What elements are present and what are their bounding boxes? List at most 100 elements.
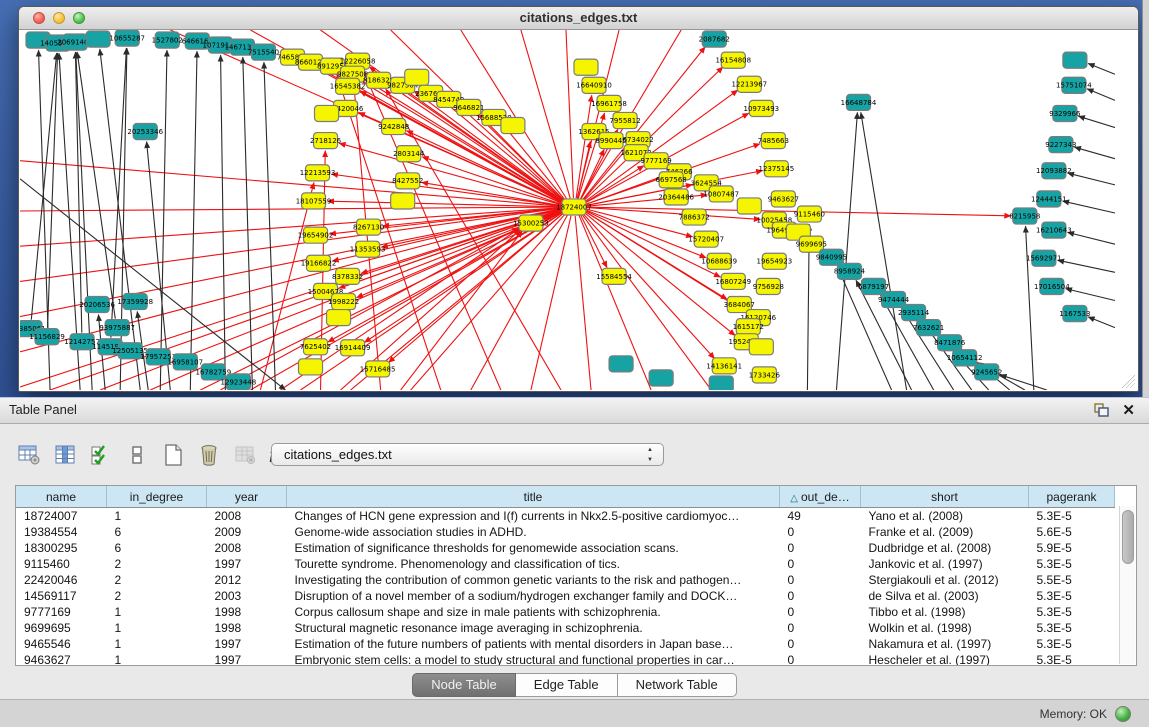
table-cell[interactable]: Nakamura et al. (1997) (861, 636, 1029, 652)
graph-node[interactable] (405, 69, 429, 85)
table-options-icon[interactable] (14, 440, 44, 470)
table-row[interactable]: 969969511998Structural magnetic resonanc… (16, 620, 1115, 636)
tab-node-table[interactable]: Node Table (412, 673, 516, 697)
graph-edge[interactable] (77, 52, 115, 319)
graph-edge[interactable] (503, 125, 565, 200)
graph-edge[interactable] (20, 207, 561, 211)
table-cell[interactable]: Corpus callosum shape and size in male p… (287, 604, 780, 620)
graph-node[interactable] (737, 198, 761, 214)
table-cell[interactable]: 2009 (207, 524, 287, 540)
graph-edge[interactable] (580, 149, 604, 199)
column-header-name[interactable]: name (16, 486, 107, 508)
graph-edge[interactable] (1066, 289, 1115, 301)
graph-edge[interactable] (1068, 232, 1115, 244)
table-cell[interactable]: 1997 (207, 556, 287, 572)
graph-edge[interactable] (1068, 173, 1115, 185)
graph-edge[interactable] (411, 214, 566, 390)
graph-node[interactable] (298, 359, 322, 375)
table-cell[interactable]: 5.3E-5 (1029, 604, 1115, 620)
delete-column-icon[interactable] (194, 440, 224, 470)
column-header-title[interactable]: title (287, 486, 780, 508)
table-cell[interactable]: 2003 (207, 588, 287, 604)
table-cell[interactable]: 0 (780, 540, 861, 556)
column-header-year[interactable]: year (207, 486, 287, 508)
graph-node[interactable] (609, 356, 633, 372)
graph-edge[interactable] (575, 216, 591, 390)
minimize-window-button[interactable] (53, 12, 65, 24)
table-cell[interactable]: Stergiakouli et al. (2012) (861, 572, 1029, 588)
table-cell[interactable]: 18300295 (16, 540, 107, 556)
table-cell[interactable]: 0 (780, 556, 861, 572)
table-cell[interactable]: 2 (107, 572, 207, 588)
graph-node[interactable] (1063, 52, 1087, 68)
table-cell[interactable]: Disruption of a novel member of a sodium… (287, 588, 780, 604)
table-cell[interactable]: 18724007 (16, 508, 107, 525)
table-cell[interactable]: 1998 (207, 620, 287, 636)
table-cell[interactable]: Embryonic stem cells: a model to study s… (287, 652, 780, 666)
graph-node[interactable] (709, 376, 733, 390)
table-cell[interactable]: Structural magnetic resonance image aver… (287, 620, 780, 636)
table-cell[interactable]: 5.6E-5 (1029, 524, 1115, 540)
memory-status-indicator[interactable] (1115, 706, 1131, 722)
table-cell[interactable]: Dudbridge et al. (2008) (861, 540, 1029, 556)
graph-edge[interactable] (1087, 89, 1115, 101)
table-cell[interactable]: 0 (780, 524, 861, 540)
graph-node[interactable] (574, 59, 598, 75)
graph-edge[interactable] (531, 216, 571, 390)
table-cell[interactable]: Wolkin et al. (1998) (861, 620, 1029, 636)
table-cell[interactable]: 6 (107, 524, 207, 540)
network-canvas[interactable]: 1872400715300253140557242069140610655287… (20, 30, 1137, 390)
table-cell[interactable]: Yano et al. (2008) (861, 508, 1029, 525)
table-cell[interactable]: 5.3E-5 (1029, 556, 1115, 572)
table-cell[interactable]: 6 (107, 540, 207, 556)
table-cell[interactable]: 49 (780, 508, 861, 525)
table-cell[interactable]: 9463627 (16, 652, 107, 666)
table-cell[interactable]: 0 (780, 588, 861, 604)
table-cell[interactable]: 5.5E-5 (1029, 572, 1115, 588)
table-row[interactable]: 1938455462009Genome-wide association stu… (16, 524, 1115, 540)
select-attributes-icon[interactable] (86, 440, 116, 470)
graph-edge[interactable] (386, 89, 561, 390)
tab-network-table[interactable]: Network Table (618, 673, 737, 697)
table-cell[interactable]: 1997 (207, 636, 287, 652)
graph-edge[interactable] (328, 201, 561, 207)
column-header-pagerank[interactable]: pagerank (1029, 486, 1115, 508)
table-cell[interactable]: 1 (107, 508, 207, 525)
table-cell[interactable]: 0 (780, 572, 861, 588)
graph-edge[interactable] (20, 208, 561, 247)
attribute-rows-icon[interactable] (122, 440, 152, 470)
graph-edge[interactable] (1088, 317, 1115, 328)
table-cell[interactable]: 2008 (207, 540, 287, 556)
table-cell[interactable]: 0 (780, 636, 861, 652)
graph-node[interactable] (749, 339, 773, 355)
table-cell[interactable]: Tourette syndrome. Phenomenology and cla… (287, 556, 780, 572)
table-cell[interactable]: 2 (107, 588, 207, 604)
delete-table-icon[interactable] (230, 440, 260, 470)
table-cell[interactable]: 5.9E-5 (1029, 540, 1115, 556)
column-header-short[interactable]: short (861, 486, 1029, 508)
float-panel-icon[interactable] (1094, 403, 1109, 417)
network-window-titlebar[interactable]: citations_edges.txt (19, 7, 1138, 30)
table-cell[interactable]: 2 (107, 556, 207, 572)
network-view-window[interactable]: citations_edges.txt 18724007153002531405… (18, 6, 1139, 392)
table-cell[interactable]: 22420046 (16, 572, 107, 588)
graph-edge[interactable] (1063, 201, 1115, 213)
table-cell[interactable]: 1 (107, 620, 207, 636)
graph-edge[interactable] (1088, 63, 1115, 74)
table-cell[interactable]: Investigating the contribution of common… (287, 572, 780, 588)
close-window-button[interactable] (33, 12, 45, 24)
table-row[interactable]: 2242004622012Investigating the contribut… (16, 572, 1115, 588)
table-row[interactable]: 946554611997Estimation of the future num… (16, 636, 1115, 652)
table-cell[interactable]: 5.3E-5 (1029, 652, 1115, 666)
graph-edge[interactable] (521, 30, 570, 198)
graph-edge[interactable] (566, 30, 573, 198)
table-cell[interactable]: 5.3E-5 (1029, 636, 1115, 652)
table-cell[interactable]: Genome-wide association studies in ADHD. (287, 524, 780, 540)
table-cell[interactable]: 2008 (207, 508, 287, 525)
table-row[interactable]: 1456911722003Disruption of a novel membe… (16, 588, 1115, 604)
table-cell[interactable]: 1997 (207, 652, 287, 666)
table-cell[interactable]: 9699695 (16, 620, 107, 636)
graph-node[interactable] (315, 105, 339, 121)
graph-edge[interactable] (861, 112, 907, 390)
graph-edge[interactable] (264, 62, 276, 390)
